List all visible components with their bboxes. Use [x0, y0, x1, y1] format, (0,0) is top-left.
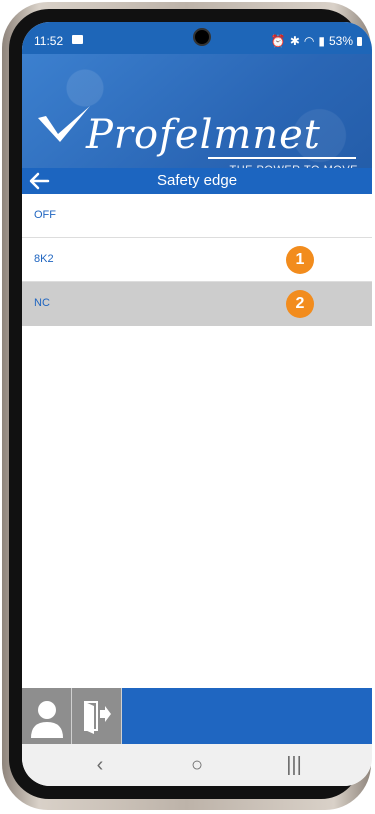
wifi-icon: ◠: [303, 34, 315, 48]
phone-screen: 11:52 ⏰ ✱ ◠ ▮ 53% Profelmnet THE POWER T…: [22, 22, 372, 786]
bottom-toolbar: [22, 688, 372, 744]
option-nc[interactable]: NC 2: [22, 282, 372, 326]
logo-swoosh-icon: [38, 106, 90, 142]
user-icon: [31, 701, 63, 738]
page-title: Safety edge: [156, 172, 238, 189]
nav-recents-icon[interactable]: |||: [274, 750, 314, 780]
status-icons: ⏰ ✱ ◠ ▮ 53%: [271, 34, 362, 48]
signal-icon: ▮: [318, 34, 325, 48]
front-camera: [193, 28, 211, 46]
nav-home-icon[interactable]: ○: [177, 750, 217, 780]
option-off[interactable]: OFF: [22, 194, 372, 238]
alarm-icon: ⏰: [270, 34, 286, 48]
step-badge-1: 1: [286, 246, 314, 274]
option-label: NC: [34, 297, 50, 309]
system-nav-bar: ‹ ○ |||: [22, 744, 372, 786]
safety-edge-options: OFF 8K2 1 NC 2: [22, 194, 372, 326]
user-button[interactable]: [22, 688, 72, 744]
battery-level: 53%: [328, 34, 353, 48]
nav-back-icon[interactable]: ‹: [80, 750, 120, 780]
battery-icon: [357, 36, 362, 46]
option-label: 8K2: [34, 253, 54, 265]
option-label: OFF: [34, 209, 56, 221]
logout-button[interactable]: [72, 688, 122, 744]
option-8k2[interactable]: 8K2 1: [22, 238, 372, 282]
gallery-notification-icon: [72, 35, 83, 44]
status-time: 11:52: [34, 34, 64, 48]
logo-underline: [208, 157, 356, 159]
logout-icon: [84, 701, 111, 734]
title-bar: Safety edge: [22, 168, 372, 194]
step-badge-2: 2: [286, 290, 314, 318]
bluetooth-icon: ✱: [289, 34, 300, 48]
brand-logo: Profelmnet: [86, 112, 321, 158]
